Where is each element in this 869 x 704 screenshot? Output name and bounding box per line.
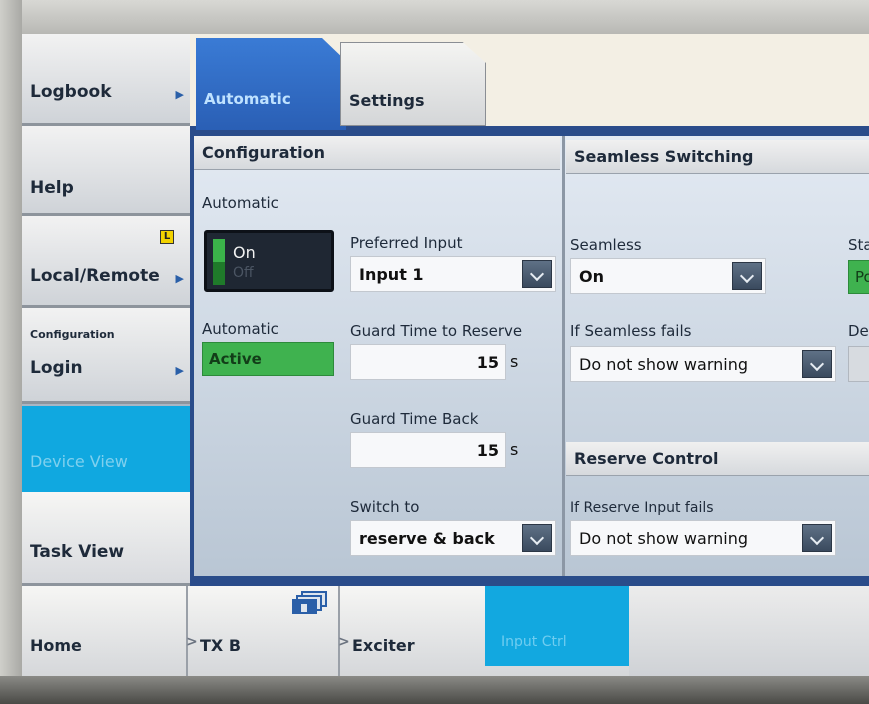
automatic-toggle[interactable]: On Off — [204, 230, 334, 292]
sidebar-item-task-view[interactable]: Task View — [22, 492, 192, 586]
seamless-value: On — [579, 267, 604, 286]
chevron-down-icon[interactable] — [802, 524, 832, 552]
automatic-status-label: Automatic — [202, 320, 279, 338]
nav-empty-area — [629, 586, 869, 676]
tab-label: Settings — [349, 91, 425, 110]
automatic-label: Automatic — [202, 194, 279, 212]
main-panel: Automatic Settings Configuration Automat… — [190, 34, 869, 586]
reserve-control-header: Reserve Control — [566, 442, 869, 476]
status-badge-partial: Po — [848, 260, 869, 294]
chevron-right-icon: > — [338, 634, 350, 650]
sidebar-item-login[interactable]: Configuration Login ▶ — [22, 308, 192, 404]
sidebar-item-label: Help — [30, 178, 74, 198]
chevron-down-icon[interactable] — [522, 524, 552, 552]
seamless-label: Seamless — [570, 236, 642, 254]
seamless-fails-value: Do not show warning — [579, 355, 748, 374]
switch-to-value: reserve & back — [359, 529, 495, 548]
reserve-fails-select[interactable]: Do not show warning — [570, 520, 836, 556]
chevron-down-icon[interactable] — [802, 350, 832, 378]
chevron-right-icon: ▶ — [175, 364, 184, 377]
toggle-knob — [213, 239, 225, 285]
screen-bezel-top — [0, 0, 869, 34]
sidebar-item-device-view[interactable]: Device View — [22, 406, 192, 492]
sidebar-item-label: Task View — [30, 542, 125, 562]
chevron-right-icon: > — [186, 634, 198, 650]
nav-crumb-input-ctrl[interactable]: Input Ctrl — [485, 586, 629, 666]
configuration-header: Configuration — [194, 136, 560, 170]
sidebar-item-label: Device View — [30, 452, 128, 471]
preferred-input-value: Input 1 — [359, 265, 424, 284]
guard-back-unit: s — [510, 440, 519, 459]
crumb-label: TX B — [200, 636, 242, 655]
guard-back-label: Guard Time Back — [350, 410, 479, 428]
sidebar-item-caption: Configuration — [30, 328, 115, 341]
device-screen: Logbook ▶ Help L Local/Remote ▶ Configur… — [22, 34, 869, 676]
reserve-fails-value: Do not show warning — [579, 529, 748, 548]
guard-reserve-unit: s — [510, 352, 519, 371]
chevron-down-icon[interactable] — [732, 262, 762, 290]
bottom-breadcrumb-nav: Home > TX B > Exciter Input Ctrl — [22, 586, 869, 676]
seamless-fails-select[interactable]: Do not show warning — [570, 346, 836, 382]
nav-crumb-exciter[interactable]: > Exciter — [338, 586, 486, 676]
switch-to-label: Switch to — [350, 498, 420, 516]
guard-reserve-label: Guard Time to Reserve — [350, 322, 523, 340]
toggle-off-label: Off — [233, 265, 254, 281]
sidebar-item-help[interactable]: Help — [22, 126, 192, 216]
nav-home[interactable]: Home — [22, 586, 186, 676]
crumb-label: Exciter — [352, 636, 415, 655]
nav-home-label: Home — [30, 636, 82, 655]
tab-automatic[interactable]: Automatic — [196, 38, 346, 130]
seamless-select[interactable]: On — [570, 258, 766, 294]
tab-label: Automatic — [204, 90, 291, 108]
seamless-switching-header: Seamless Switching — [566, 140, 869, 174]
chevron-right-icon: ▶ — [175, 88, 184, 101]
tab-content: Configuration Automatic On Off Automatic… — [194, 136, 869, 576]
switch-to-select[interactable]: reserve & back — [350, 520, 556, 556]
preferred-input-select[interactable]: Input 1 — [350, 256, 556, 292]
guard-back-input[interactable]: 15 — [350, 432, 506, 468]
preferred-input-label: Preferred Input — [350, 234, 463, 252]
screen-bezel-left — [0, 0, 22, 704]
local-badge-icon: L — [160, 230, 174, 244]
seamless-fails-label: If Seamless fails — [570, 322, 692, 340]
status-label-partial: Sta — [848, 236, 869, 254]
tab-settings[interactable]: Settings — [340, 42, 486, 126]
sidebar-item-local-remote[interactable]: L Local/Remote ▶ — [22, 216, 192, 308]
sidebar-item-label: Local/Remote — [30, 266, 160, 286]
de-label-partial: De — [848, 322, 869, 340]
sidebar-item-logbook[interactable]: Logbook ▶ — [22, 34, 192, 126]
crumb-label: Input Ctrl — [501, 634, 567, 650]
column-divider — [562, 136, 565, 576]
screen-bezel-bottom — [0, 676, 869, 704]
guard-reserve-input[interactable]: 15 — [350, 344, 506, 380]
sidebar-item-label: Logbook — [30, 82, 112, 102]
de-field-partial[interactable] — [848, 346, 869, 382]
chevron-down-icon[interactable] — [522, 260, 552, 288]
transmitter-stack-icon — [292, 591, 327, 614]
toggle-on-label: On — [233, 243, 256, 262]
tab-strip: Automatic Settings — [190, 34, 869, 130]
chevron-right-icon: ▶ — [175, 272, 184, 285]
automatic-status-badge: Active — [202, 342, 334, 376]
reserve-fails-label: If Reserve Input fails — [570, 500, 714, 516]
sidebar-item-label: Login — [30, 358, 83, 378]
